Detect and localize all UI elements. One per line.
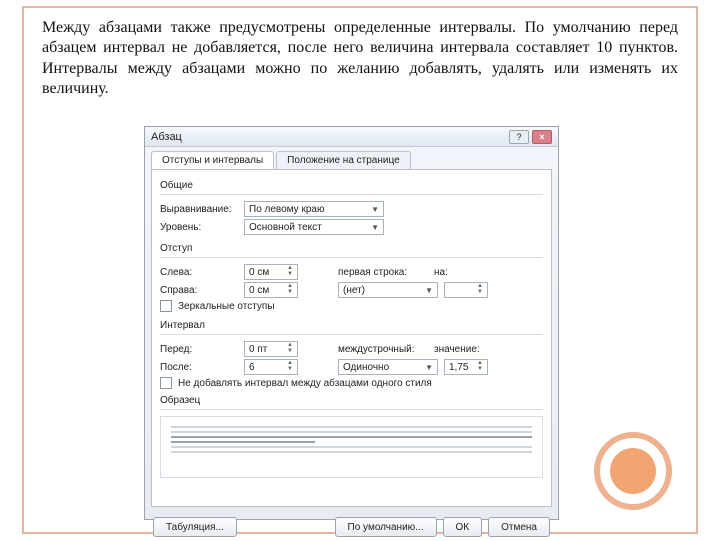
close-button[interactable]: × [532,130,552,144]
titlebar: Абзац ? × [145,127,558,147]
decorative-circles [594,432,672,510]
chevron-down-icon: ▼ [371,223,379,232]
align-combo[interactable]: По левому краю ▼ [244,201,384,217]
group-sample: Образец [160,395,543,406]
chevron-down-icon: ▼ [371,205,379,214]
mirror-checkbox[interactable] [160,300,172,312]
mult-input[interactable]: 1,75 ▲▼ [444,359,488,375]
group-spacing: Интервал [160,320,543,331]
mult-value: 1,75 [449,362,468,373]
mult-label: значение: [434,344,484,355]
default-button[interactable]: По умолчанию... [335,517,437,537]
first-line-combo[interactable]: (нет) ▼ [338,282,438,298]
tab-page-position[interactable]: Положение на странице [276,151,410,169]
chevron-down-icon: ▼ [425,363,433,372]
paragraph-dialog: Абзац ? × Отступы и интервалы Положение … [144,126,559,520]
ok-button[interactable]: ОК [443,517,483,537]
tab-indents[interactable]: Отступы и интервалы [151,151,274,169]
line-spacing-value: Одиночно [343,362,389,373]
align-value: По левому краю [249,204,324,215]
preview-box [160,416,543,478]
indent-by-input[interactable]: ▲▼ [444,282,488,298]
nospace-checkbox[interactable] [160,377,172,389]
indent-right-value: 0 см [249,285,269,296]
indent-left-input[interactable]: 0 см ▲▼ [244,264,298,280]
after-value: 6 [249,362,255,373]
chevron-down-icon: ▼ [425,286,433,295]
indent-left-label: Слева: [160,267,238,278]
level-combo[interactable]: Основной текст ▼ [244,219,384,235]
indent-by-label: на: [434,267,464,278]
before-value: 0 пт [249,344,267,355]
line-spacing-combo[interactable]: Одиночно ▼ [338,359,438,375]
cancel-button[interactable]: Отмена [488,517,550,537]
indent-left-value: 0 см [249,267,269,278]
group-general: Общие [160,180,543,191]
before-input[interactable]: 0 пт ▲▼ [244,341,298,357]
level-label: Уровень: [160,222,238,233]
nospace-label: Не добавлять интервал между абзацами одн… [178,378,432,389]
align-label: Выравнивание: [160,204,238,215]
after-label: После: [160,362,238,373]
indent-right-input[interactable]: 0 см ▲▼ [244,282,298,298]
indent-right-label: Справа: [160,285,238,296]
tabs-button[interactable]: Табуляция... [153,517,237,537]
level-value: Основной текст [249,222,322,233]
line-spacing-label: междустрочный: [338,344,428,355]
before-label: Перед: [160,344,238,355]
first-line-label: первая строка: [338,267,428,278]
help-button[interactable]: ? [509,130,529,144]
mirror-label: Зеркальные отступы [178,301,275,312]
group-indent: Отступ [160,243,543,254]
after-input[interactable]: 6 ▲▼ [244,359,298,375]
description-paragraph: Между абзацами также предусмотрены опред… [42,18,678,100]
first-line-value: (нет) [343,285,365,296]
dialog-title: Абзац [151,131,182,143]
